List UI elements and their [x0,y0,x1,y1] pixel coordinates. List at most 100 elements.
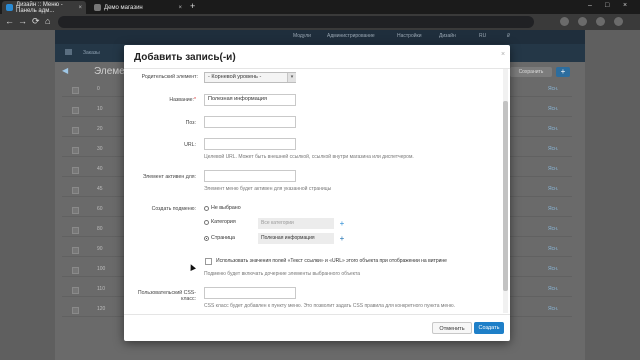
row-checkbox[interactable] [72,287,79,294]
add-category-icon[interactable]: + [336,218,348,229]
cancel-button[interactable]: Отменить [432,322,472,334]
name-field[interactable]: Полезная информация [204,94,296,106]
row-checkbox[interactable] [72,187,79,194]
tab-favicon-icon [6,4,13,11]
row-visibility-link[interactable]: Ясн. [548,286,558,292]
row-checkbox[interactable] [72,107,79,114]
row-visibility-link[interactable]: Ясн. [548,306,558,312]
parent-select[interactable]: - Корневой уровень - [204,72,296,83]
radio-none[interactable] [204,206,209,211]
row-checkbox[interactable] [72,167,79,174]
radio-page-label: Страница [211,235,236,241]
row-checkbox[interactable] [72,147,79,154]
url-field[interactable] [204,138,296,150]
create-submenu-label: Создать подменю: [151,206,196,212]
row-visibility-link[interactable]: Ясн. [548,126,558,132]
row-checkbox[interactable] [72,87,79,94]
row-position: 0 [97,86,100,92]
row-position: 110 [97,286,105,292]
row-position: 60 [97,206,103,212]
extension-icon[interactable] [560,17,569,26]
row-visibility-link[interactable]: Ясн. [548,206,558,212]
menu-language[interactable]: RU [479,33,486,39]
browser-tab-demo[interactable]: Демо магазин × [90,1,186,14]
use-values-label: Использовать значения полей «Текст ссылк… [216,258,447,264]
row-checkbox[interactable] [72,127,79,134]
css-class-label: Пользовательский CSS-класс: [137,290,196,302]
menu-modules[interactable]: Модули [293,33,311,39]
menu-currency[interactable]: ₽ [507,33,510,39]
use-values-checkbox[interactable] [205,258,212,265]
dialog-title: Добавить запись(-и) [134,52,236,63]
row-position: 90 [97,246,103,252]
add-button[interactable]: + [556,67,570,77]
row-position: 40 [97,166,103,172]
profile-avatar-icon[interactable] [596,17,605,26]
row-position: 20 [97,126,103,132]
radio-page[interactable] [204,236,209,241]
row-checkbox[interactable] [72,307,79,314]
url-hint: Целевой URL. Может быть внешней ссылкой,… [204,154,414,160]
row-visibility-link[interactable]: Ясн. [548,86,558,92]
chevron-down-icon: ▾ [287,73,296,82]
extension-icon[interactable] [578,17,587,26]
save-button[interactable]: Сохранить [510,67,552,77]
row-checkbox[interactable] [72,207,79,214]
page-title: Элеме [94,66,125,77]
category-picker[interactable]: Все категории [258,218,334,229]
back-icon[interactable]: ← [5,16,14,26]
name-label: Название:* [169,97,196,103]
close-window-icon[interactable]: × [623,2,627,9]
row-visibility-link[interactable]: Ясн. [548,246,558,252]
browser-menu-icon[interactable] [614,17,623,26]
url-label: URL: [184,142,196,148]
new-tab-button[interactable]: + [190,1,195,11]
row-position: 10 [97,106,103,112]
maximize-icon[interactable]: □ [605,2,609,9]
menu-settings[interactable]: Настройки [397,33,422,39]
home-icon[interactable]: ⌂ [45,16,50,26]
row-visibility-link[interactable]: Ясн. [548,106,558,112]
breadcrumb[interactable]: Заказы [83,50,100,56]
minimize-icon[interactable]: – [588,2,592,9]
tab-close-icon[interactable]: × [178,5,182,11]
row-checkbox[interactable] [72,227,79,234]
parent-label: Родительский элемент: [141,74,198,80]
row-position: 80 [97,226,103,232]
position-label: Поз: [185,120,196,126]
row-checkbox[interactable] [72,267,79,274]
radio-category[interactable] [204,220,209,225]
active-for-label: Элемент активен для: [142,174,196,180]
menu-administration[interactable]: Администрирование [327,33,375,39]
row-position: 30 [97,146,103,152]
forward-icon[interactable]: → [18,16,27,26]
browser-tab-admin[interactable]: Дизайн :: Меню - Панель адм... × [2,1,86,14]
divider [124,314,510,315]
row-visibility-link[interactable]: Ясн. [548,146,558,152]
row-visibility-link[interactable]: Ясн. [548,266,558,272]
css-class-hint: CSS класс будет добавлен к пункту меню. … [204,303,456,309]
position-field[interactable] [204,116,296,128]
dashboard-icon[interactable] [65,49,72,55]
scrollbar-thumb[interactable] [503,101,508,291]
close-icon[interactable]: × [501,51,505,58]
row-visibility-link[interactable]: Ясн. [548,186,558,192]
row-position: 120 [97,306,106,312]
row-visibility-link[interactable]: Ясн. [548,226,558,232]
row-visibility-link[interactable]: Ясн. [548,166,558,172]
tab-title: Демо магазин [104,4,143,11]
admin-top-bar: Модули Администрирование Настройки Дизай… [55,30,585,44]
active-for-field[interactable] [204,170,296,182]
menu-design[interactable]: Дизайн [439,33,456,39]
tab-favicon-icon [94,4,101,11]
create-button[interactable]: Создать [474,322,504,334]
css-class-field[interactable] [204,287,296,299]
reload-icon[interactable]: ⟳ [32,16,40,27]
add-page-icon[interactable]: + [336,233,348,244]
row-position: 45 [97,186,103,192]
address-bar[interactable] [58,16,534,28]
page-picker[interactable]: Полезная информация [258,233,334,244]
back-arrow-icon[interactable]: ◀ [62,66,68,75]
tab-close-icon[interactable]: × [78,5,82,11]
row-checkbox[interactable] [72,247,79,254]
